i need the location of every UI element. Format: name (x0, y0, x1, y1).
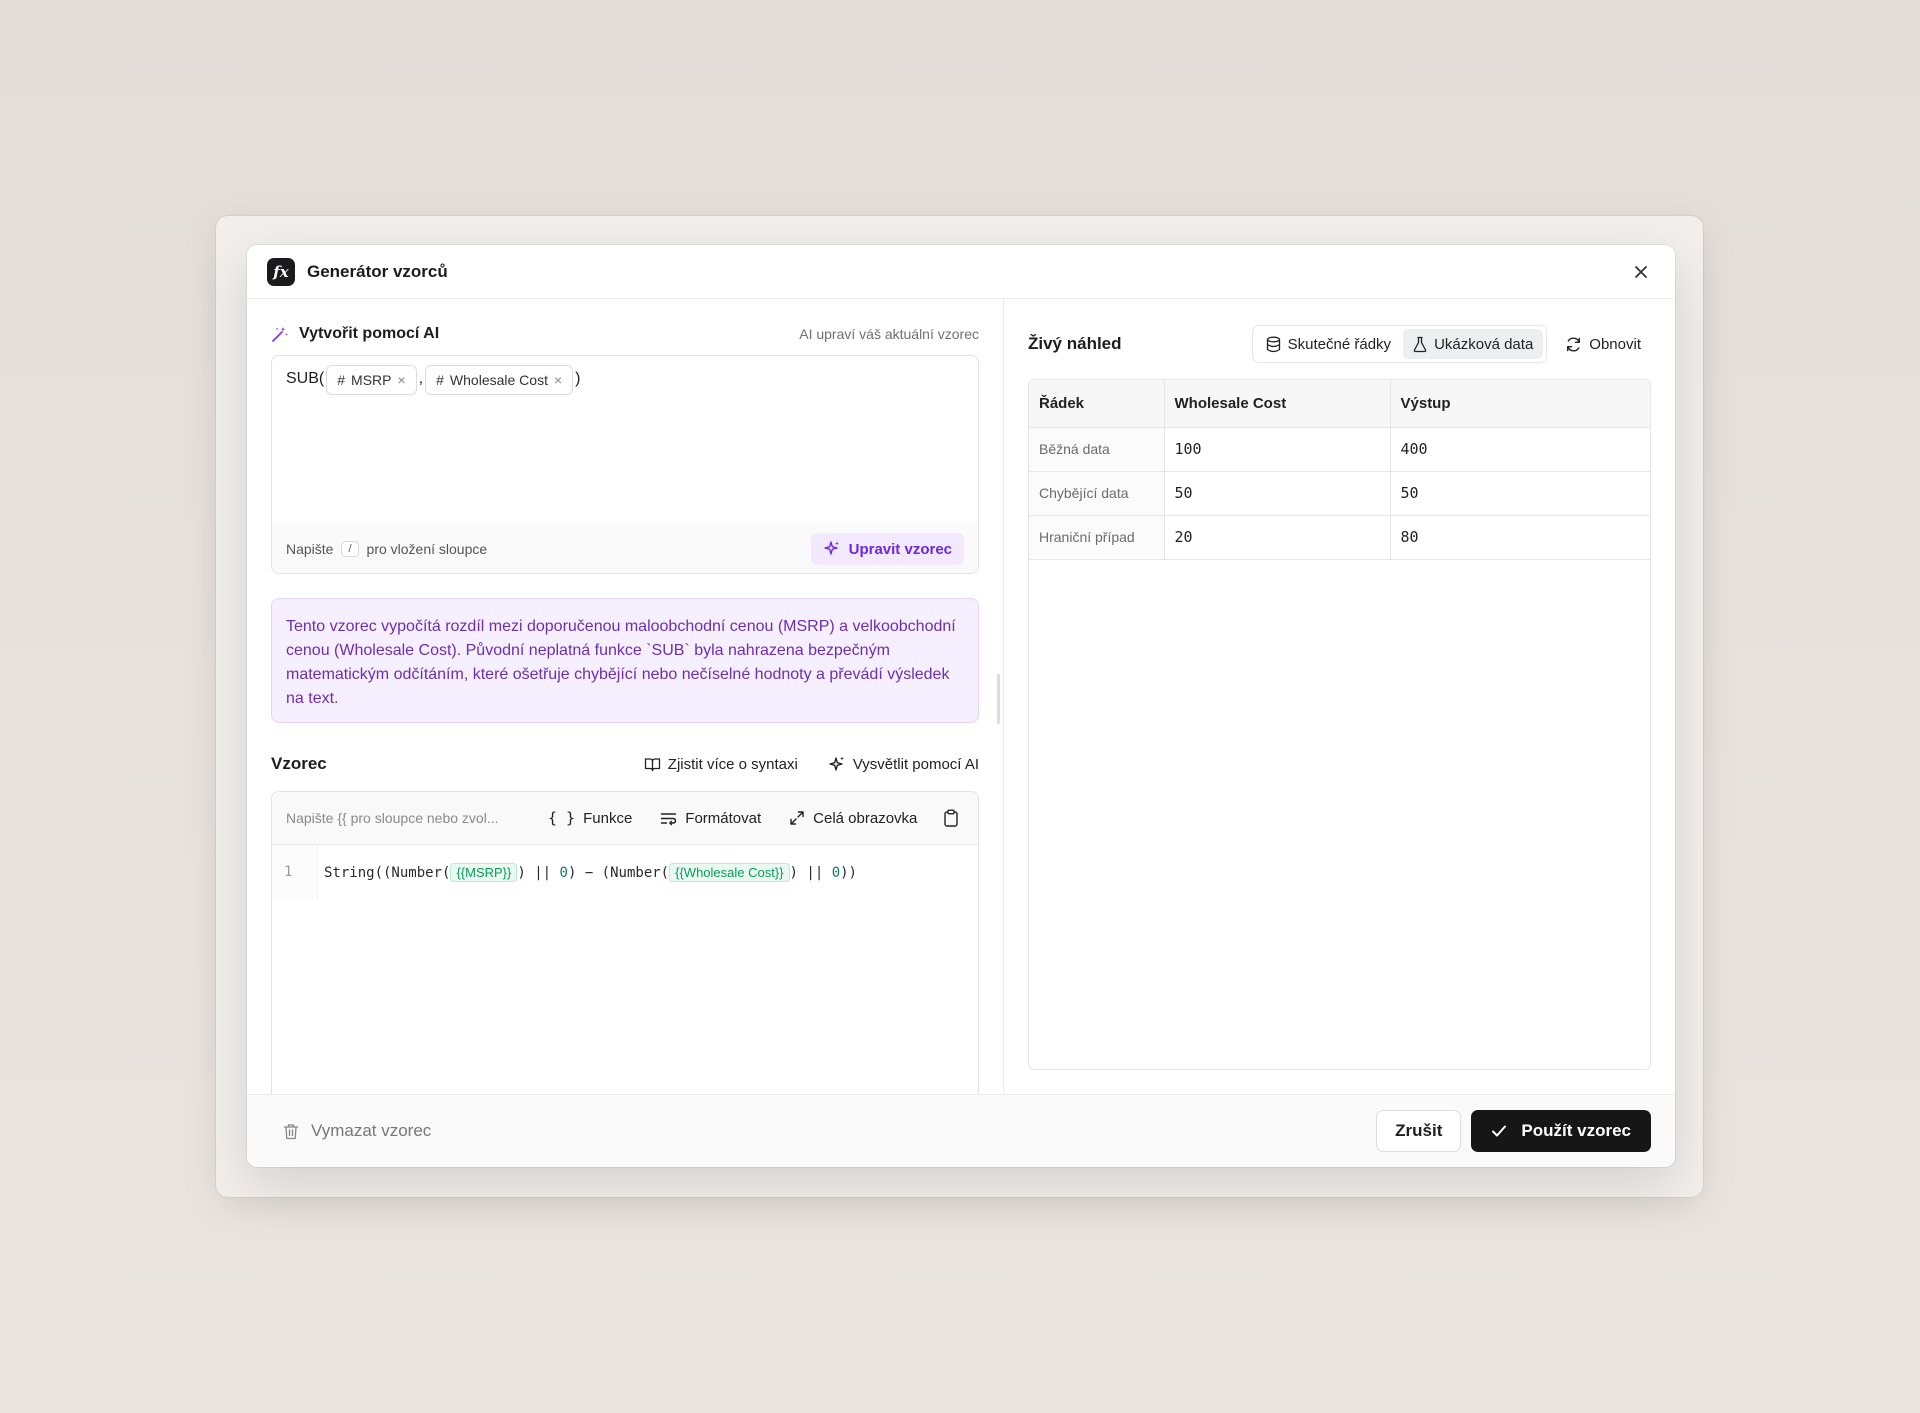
table-row: Chybějící data 50 50 (1029, 471, 1650, 516)
prompt-prefix: SUB( (286, 370, 325, 387)
refresh-button[interactable]: Obnovit (1565, 336, 1641, 353)
editor-toolbar: Napište {{ pro sloupce nebo zvol... { } … (272, 792, 978, 845)
table-row: Hraniční případ 20 80 (1029, 515, 1650, 560)
format-button[interactable]: Formátovat (660, 810, 761, 827)
sparkles-icon (823, 541, 839, 555)
ai-prompt-footer: Napište / pro vložení sloupce Upravit vz… (272, 523, 978, 573)
functions-button[interactable]: { } Funkce (548, 809, 632, 827)
preview-header: Živý náhled Skutečné řádky Ukázková data… (1028, 325, 1651, 363)
column-header: Výstup (1390, 380, 1650, 428)
remove-chip-icon[interactable]: × (554, 372, 562, 388)
editor-panel: Vytvořit pomocí AI AI upraví váš aktuáln… (247, 299, 1004, 1096)
hash-icon: # (337, 372, 346, 388)
hash-icon: # (436, 372, 444, 388)
dialog-title: Generátor vzorců (307, 261, 448, 281)
slash-key: / (341, 541, 359, 557)
column-search-input[interactable]: Napište {{ pro sloupce nebo zvol... (286, 810, 520, 826)
real-rows-tab[interactable]: Skutečné řádky (1256, 329, 1401, 359)
ai-hint: AI upraví váš aktuální vzorec (799, 326, 979, 342)
check-icon (1492, 1125, 1507, 1137)
close-icon (1635, 265, 1647, 278)
expand-icon (790, 811, 804, 825)
prompt-separator: , (418, 370, 424, 387)
remove-chip-icon[interactable]: × (397, 372, 405, 388)
slash-hint-after: pro vložení sloupce (366, 541, 488, 557)
chip-label: MSRP (351, 372, 392, 388)
fullscreen-button[interactable]: Celá obrazovka (789, 810, 917, 827)
column-header: Wholesale Cost (1164, 380, 1391, 428)
clear-formula-button[interactable]: Vymazat vzorec (283, 1121, 431, 1141)
ai-explanation: Tento vzorec vypočítá rozdíl mezi doporu… (271, 598, 979, 723)
column-header: Řádek (1029, 380, 1165, 428)
ai-prompt-box: SUB( # MSRP × , # Wholesale Cost × ) Nap… (271, 355, 979, 574)
row-label: Chybějící data (1029, 471, 1165, 516)
preview-panel: Živý náhled Skutečné řádky Ukázková data… (1004, 299, 1675, 1094)
row-label: Běžná data (1029, 427, 1165, 472)
formula-section-header: Vzorec Zjistit více o syntaxi Vysvětlit … (271, 753, 979, 775)
cost-cell[interactable]: 50 (1164, 471, 1391, 516)
cost-cell[interactable]: 100 (1164, 427, 1391, 472)
dialog-footer: Vymazat vzorec Zrušit Použít vzorec (247, 1094, 1675, 1167)
clipboard-icon (944, 809, 959, 827)
explain-ai-link[interactable]: Vysvětlit pomocí AI (828, 755, 979, 773)
output-cell: 400 (1390, 427, 1650, 472)
dialog-body: Vytvořit pomocí AI AI upraví váš aktuáln… (247, 299, 1675, 1096)
close-button[interactable] (1627, 264, 1655, 280)
chip-label: Wholesale Cost (449, 372, 548, 388)
formula-generator-dialog: fx Generátor vzorců Vytvořit pomocí AI A… (247, 245, 1675, 1167)
table-header-row: Řádek Wholesale Cost Výstup (1029, 380, 1650, 428)
preview-title: Živý náhled (1028, 334, 1122, 353)
ai-prompt-input[interactable]: SUB( # MSRP × , # Wholesale Cost × ) (272, 356, 978, 523)
database-icon (1266, 336, 1280, 352)
data-source-toggle: Skutečné řádky Ukázková data (1251, 325, 1548, 363)
preview-table-container: Řádek Wholesale Cost Výstup Běžná data 1… (1028, 379, 1651, 1070)
cancel-button[interactable]: Zrušit (1376, 1110, 1462, 1152)
wrap-text-icon (661, 812, 677, 825)
magic-wand-icon (272, 327, 288, 342)
apply-formula-button[interactable]: Použít vzorec (1471, 1110, 1651, 1152)
book-open-icon (644, 757, 660, 771)
slash-hint-before: Napište (286, 541, 334, 557)
edit-formula-label: Upravit vzorec (848, 540, 952, 558)
refresh-icon (1567, 336, 1581, 352)
edit-formula-button[interactable]: Upravit vzorec (810, 533, 964, 565)
output-cell: 80 (1390, 515, 1650, 560)
formula-editor: Napište {{ pro sloupce nebo zvol... { } … (271, 791, 979, 1096)
output-cell: 50 (1390, 471, 1650, 516)
column-chip-msrp[interactable]: # MSRP × (326, 365, 417, 395)
code-line[interactable]: 1 String((Number({{MSRP}}) || 0) − (Numb… (272, 845, 978, 899)
trash-icon (283, 1123, 299, 1139)
copy-button[interactable] (943, 809, 959, 827)
line-number: 1 (272, 845, 318, 899)
fx-icon: fx (267, 257, 295, 286)
sparkles-icon (829, 756, 844, 771)
preview-table: Řádek Wholesale Cost Výstup Běžná data 1… (1029, 380, 1650, 560)
syntax-docs-link[interactable]: Zjistit více o syntaxi (644, 756, 798, 773)
braces-icon: { } (548, 809, 576, 827)
column-chip-wholesale-cost[interactable]: # Wholesale Cost × (425, 365, 574, 395)
sample-data-tab[interactable]: Ukázková data (1403, 329, 1544, 359)
ai-section-header: Vytvořit pomocí AI AI upraví váš aktuáln… (271, 323, 979, 345)
row-label: Hraniční případ (1029, 515, 1165, 560)
prompt-suffix: ) (575, 370, 581, 387)
flask-icon (1413, 336, 1427, 352)
formula-code[interactable]: String((Number({{MSRP}}) || 0) − (Number… (318, 862, 857, 882)
cost-cell[interactable]: 20 (1164, 515, 1391, 560)
formula-section-title: Vzorec (271, 754, 327, 773)
ai-section-title: Vytvořit pomocí AI (299, 325, 440, 342)
column-ref-msrp: {{MSRP}} (450, 862, 518, 882)
column-ref-wholesale-cost: {{Wholesale Cost}} (669, 862, 790, 882)
dialog-header: fx Generátor vzorců (247, 245, 1675, 299)
table-row: Běžná data 100 400 (1029, 427, 1650, 472)
panel-resize-handle[interactable] (997, 674, 1000, 724)
